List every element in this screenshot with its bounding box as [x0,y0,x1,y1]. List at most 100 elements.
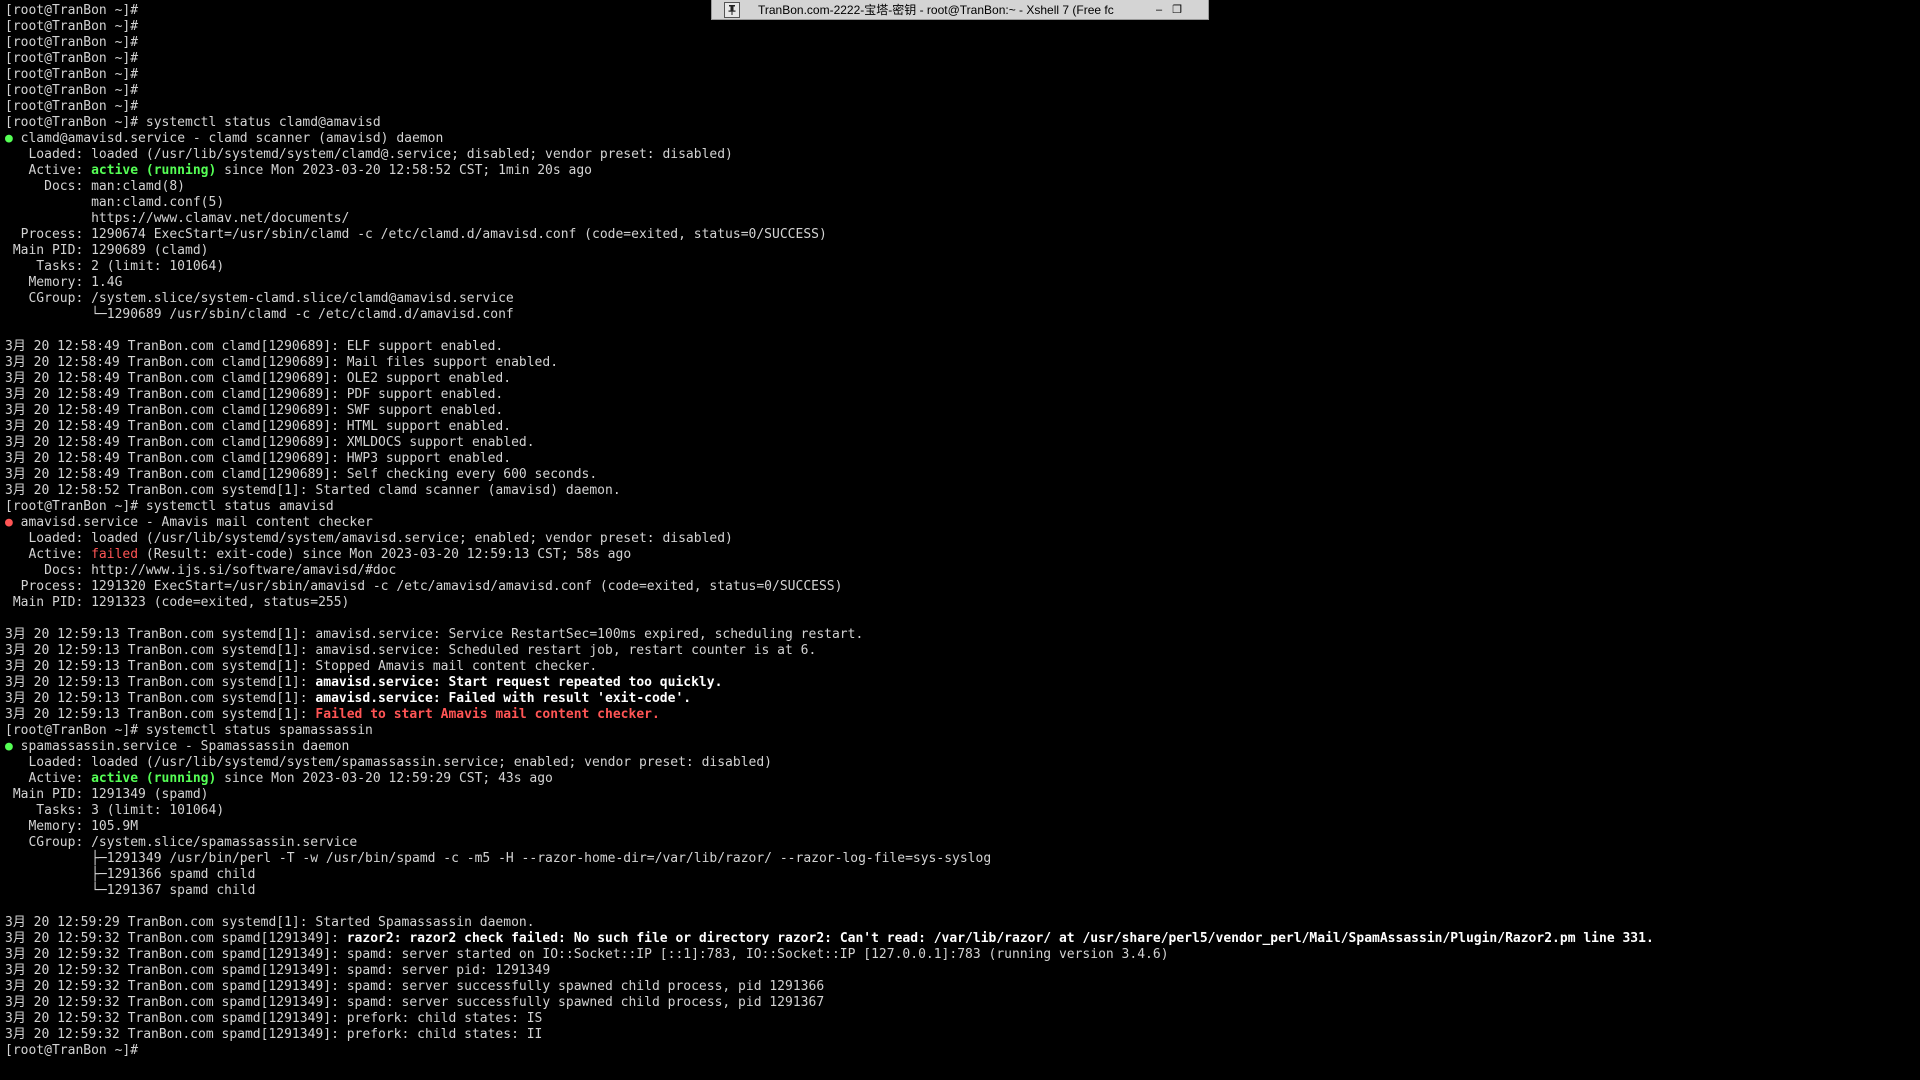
terminal-log-line: 3月 20 12:59:32 TranBon.com spamd[1291349… [5,963,1915,979]
terminal-prompt-line: [root@TranBon ~]# [5,1043,1915,1059]
line-text: Loaded: loaded (/usr/lib/systemd/system/… [5,147,733,162]
terminal-log-line: 3月 20 12:58:49 TranBon.com clamd[1290689… [5,387,1915,403]
terminal-output-line: └─1291367 spamd child [5,883,1915,899]
line-text: Docs: http://www.ijs.si/software/amavisd… [5,563,397,578]
line-text: 3月 20 12:58:52 TranBon.com systemd[1]: S… [5,483,621,498]
terminal-log-line: 3月 20 12:59:32 TranBon.com spamd[1291349… [5,1011,1915,1027]
status-dot-icon: ● [5,131,13,146]
pin-icon [728,4,736,15]
restore-button[interactable]: ❐ [1168,1,1186,19]
terminal-output-line: Main PID: 1290689 (clamd) [5,243,1915,259]
status-failed-text: failed [91,547,139,562]
line-text: 3月 20 12:59:13 TranBon.com systemd[1]: S… [5,659,598,674]
line-text: [root@TranBon ~]# [5,67,139,82]
line-text: 3月 20 12:59:13 TranBon.com systemd[1]: a… [5,627,864,642]
window-titlebar[interactable]: TranBon.com-2222-宝塔-密钥 - root@TranBon:~ … [711,0,1209,20]
terminal-log-line: 3月 20 12:59:13 TranBon.com systemd[1]: F… [5,707,1915,723]
terminal-output-line: Loaded: loaded (/usr/lib/systemd/system/… [5,755,1915,771]
terminal-output-line: man:clamd.conf(5) [5,195,1915,211]
terminal-output-line: Main PID: 1291323 (code=exited, status=2… [5,595,1915,611]
line-text: since Mon 2023-03-20 12:59:29 CST; 43s a… [216,771,553,786]
terminal-output-line: Tasks: 2 (limit: 101064) [5,259,1915,275]
terminal-log-line: 3月 20 12:58:52 TranBon.com systemd[1]: S… [5,483,1915,499]
line-text: 3月 20 12:58:49 TranBon.com clamd[1290689… [5,355,559,370]
line-text: spamassassin.service - Spamassassin daem… [12,739,350,754]
terminal-prompt-line: [root@TranBon ~]# systemctl status clamd… [5,115,1915,131]
terminal-output-line: ● clamd@amavisd.service - clamd scanner … [5,131,1915,147]
line-text: [root@TranBon ~]# [5,83,139,98]
terminal-prompt-line: [root@TranBon ~]# [5,83,1915,99]
terminal-log-line: 3月 20 12:58:49 TranBon.com clamd[1290689… [5,467,1915,483]
terminal-output-line: https://www.clamav.net/documents/ [5,211,1915,227]
line-text: 3月 20 12:58:49 TranBon.com clamd[1290689… [5,435,535,450]
line-text: Process: 1290674 ExecStart=/usr/sbin/cla… [5,227,827,242]
line-text: 3月 20 12:58:49 TranBon.com clamd[1290689… [5,451,512,466]
error-message-text: Failed to start Amavis mail content chec… [315,707,660,722]
line-text: Main PID: 1291349 (spamd) [5,787,209,802]
terminal-output-line: Docs: http://www.ijs.si/software/amavisd… [5,563,1915,579]
terminal-log-line: 3月 20 12:58:49 TranBon.com clamd[1290689… [5,435,1915,451]
line-text: Docs: man:clamd(8) [5,179,186,194]
line-text: 3月 20 12:59:32 TranBon.com spamd[1291349… [5,963,551,978]
terminal-output-line: ├─1291366 spamd child [5,867,1915,883]
status-dot-icon: ● [5,515,13,530]
terminal-output-line: Active: active (running) since Mon 2023-… [5,771,1915,787]
line-text: [root@TranBon ~]# systemctl status spama… [5,723,373,738]
terminal-output-line: CGroup: /system.slice/spamassassin.servi… [5,835,1915,851]
terminal-output-line: Active: active (running) since Mon 2023-… [5,163,1915,179]
line-text: Loaded: loaded (/usr/lib/systemd/system/… [5,755,773,770]
terminal-output-line: Memory: 105.9M [5,819,1915,835]
terminal-prompt-line: [root@TranBon ~]# [5,67,1915,83]
terminal-log-line: 3月 20 12:59:13 TranBon.com systemd[1]: a… [5,691,1915,707]
line-text: clamd@amavisd.service - clamd scanner (a… [12,131,444,146]
line-text: Active: [5,163,92,178]
terminal-output-line: ● amavisd.service - Amavis mail content … [5,515,1915,531]
line-text: 3月 20 12:59:13 TranBon.com systemd[1]: [5,691,316,706]
status-active-text: active (running) [91,771,217,786]
line-text: [root@TranBon ~]# systemctl status amavi… [5,499,334,514]
terminal-output-line: Tasks: 3 (limit: 101064) [5,803,1915,819]
line-text: Memory: 1.4G [5,275,123,290]
line-text: [root@TranBon ~]# systemctl status clamd… [5,115,381,130]
terminal-log-line: 3月 20 12:58:49 TranBon.com clamd[1290689… [5,355,1915,371]
terminal-log-line: 3月 20 12:59:13 TranBon.com systemd[1]: a… [5,643,1915,659]
terminal-log-line: 3月 20 12:59:32 TranBon.com spamd[1291349… [5,995,1915,1011]
terminal-log-line: 3月 20 12:59:32 TranBon.com spamd[1291349… [5,947,1915,963]
line-text: 3月 20 12:59:13 TranBon.com systemd[1]: a… [5,643,817,658]
line-text: man:clamd.conf(5) [5,195,225,210]
minimize-button[interactable]: – [1150,1,1168,19]
line-text: 3月 20 12:58:49 TranBon.com clamd[1290689… [5,371,512,386]
line-text: 3月 20 12:59:29 TranBon.com systemd[1]: S… [5,915,535,930]
line-text: [root@TranBon ~]# [5,3,139,18]
terminal-log-line: 3月 20 12:59:13 TranBon.com systemd[1]: a… [5,627,1915,643]
window-title: TranBon.com-2222-宝塔-密钥 - root@TranBon:~ … [758,3,1114,17]
line-text: 3月 20 12:58:49 TranBon.com clamd[1290689… [5,467,598,482]
terminal-log-line: 3月 20 12:59:13 TranBon.com systemd[1]: S… [5,659,1915,675]
line-text: [root@TranBon ~]# [5,1043,139,1058]
line-text: Tasks: 3 (limit: 101064) [5,803,225,818]
line-text: CGroup: /system.slice/spamassassin.servi… [5,835,358,850]
terminal-log-line: 3月 20 12:58:49 TranBon.com clamd[1290689… [5,339,1915,355]
pin-button[interactable] [724,1,740,18]
line-text: 3月 20 12:59:32 TranBon.com spamd[1291349… [5,1011,543,1026]
line-text: └─1290689 /usr/sbin/clamd -c /etc/clamd.… [5,307,514,322]
line-text: [root@TranBon ~]# [5,19,139,34]
terminal-prompt-line: [root@TranBon ~]# systemctl status spama… [5,723,1915,739]
terminal-output-line: ├─1291349 /usr/bin/perl -T -w /usr/bin/s… [5,851,1915,867]
line-text: 3月 20 12:59:32 TranBon.com spamd[1291349… [5,947,1169,962]
line-text: Tasks: 2 (limit: 101064) [5,259,225,274]
line-text: since Mon 2023-03-20 12:58:52 CST; 1min … [216,163,593,178]
status-active-text: active (running) [91,163,217,178]
terminal-prompt-line: [root@TranBon ~]# [5,35,1915,51]
terminal-log-line: 3月 20 12:58:49 TranBon.com clamd[1290689… [5,419,1915,435]
line-text: 3月 20 12:58:49 TranBon.com clamd[1290689… [5,387,504,402]
terminal-log-line: 3月 20 12:58:49 TranBon.com clamd[1290689… [5,371,1915,387]
terminal-output[interactable]: [root@TranBon ~]# [root@TranBon ~]# [root@… [5,3,1915,1077]
highlighted-text: amavisd.service: Failed with result 'exi… [315,691,692,706]
terminal-output-line: Memory: 1.4G [5,275,1915,291]
line-text: [root@TranBon ~]# [5,35,139,50]
terminal-output-line: Main PID: 1291349 (spamd) [5,787,1915,803]
terminal-output-line: ● spamassassin.service - Spamassassin da… [5,739,1915,755]
line-text: Main PID: 1291323 (code=exited, status=2… [5,595,350,610]
